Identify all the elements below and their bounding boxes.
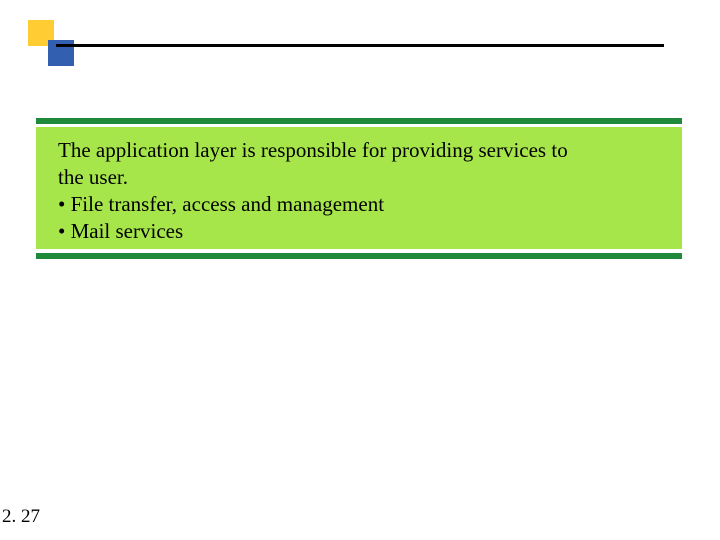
content-line-2: the user. — [58, 164, 668, 191]
content-box: The application layer is responsible for… — [36, 127, 682, 249]
page-number: 2. 27 — [2, 506, 40, 528]
content-line-1: The application layer is responsible for… — [58, 137, 668, 164]
content-bottom-bar — [36, 253, 682, 259]
slide-logo — [28, 20, 88, 80]
content-bullet-1: • File transfer, access and management — [58, 191, 668, 218]
title-underline — [56, 44, 664, 47]
content-top-bar — [36, 118, 682, 124]
content-bullet-2: • Mail services — [58, 218, 668, 245]
